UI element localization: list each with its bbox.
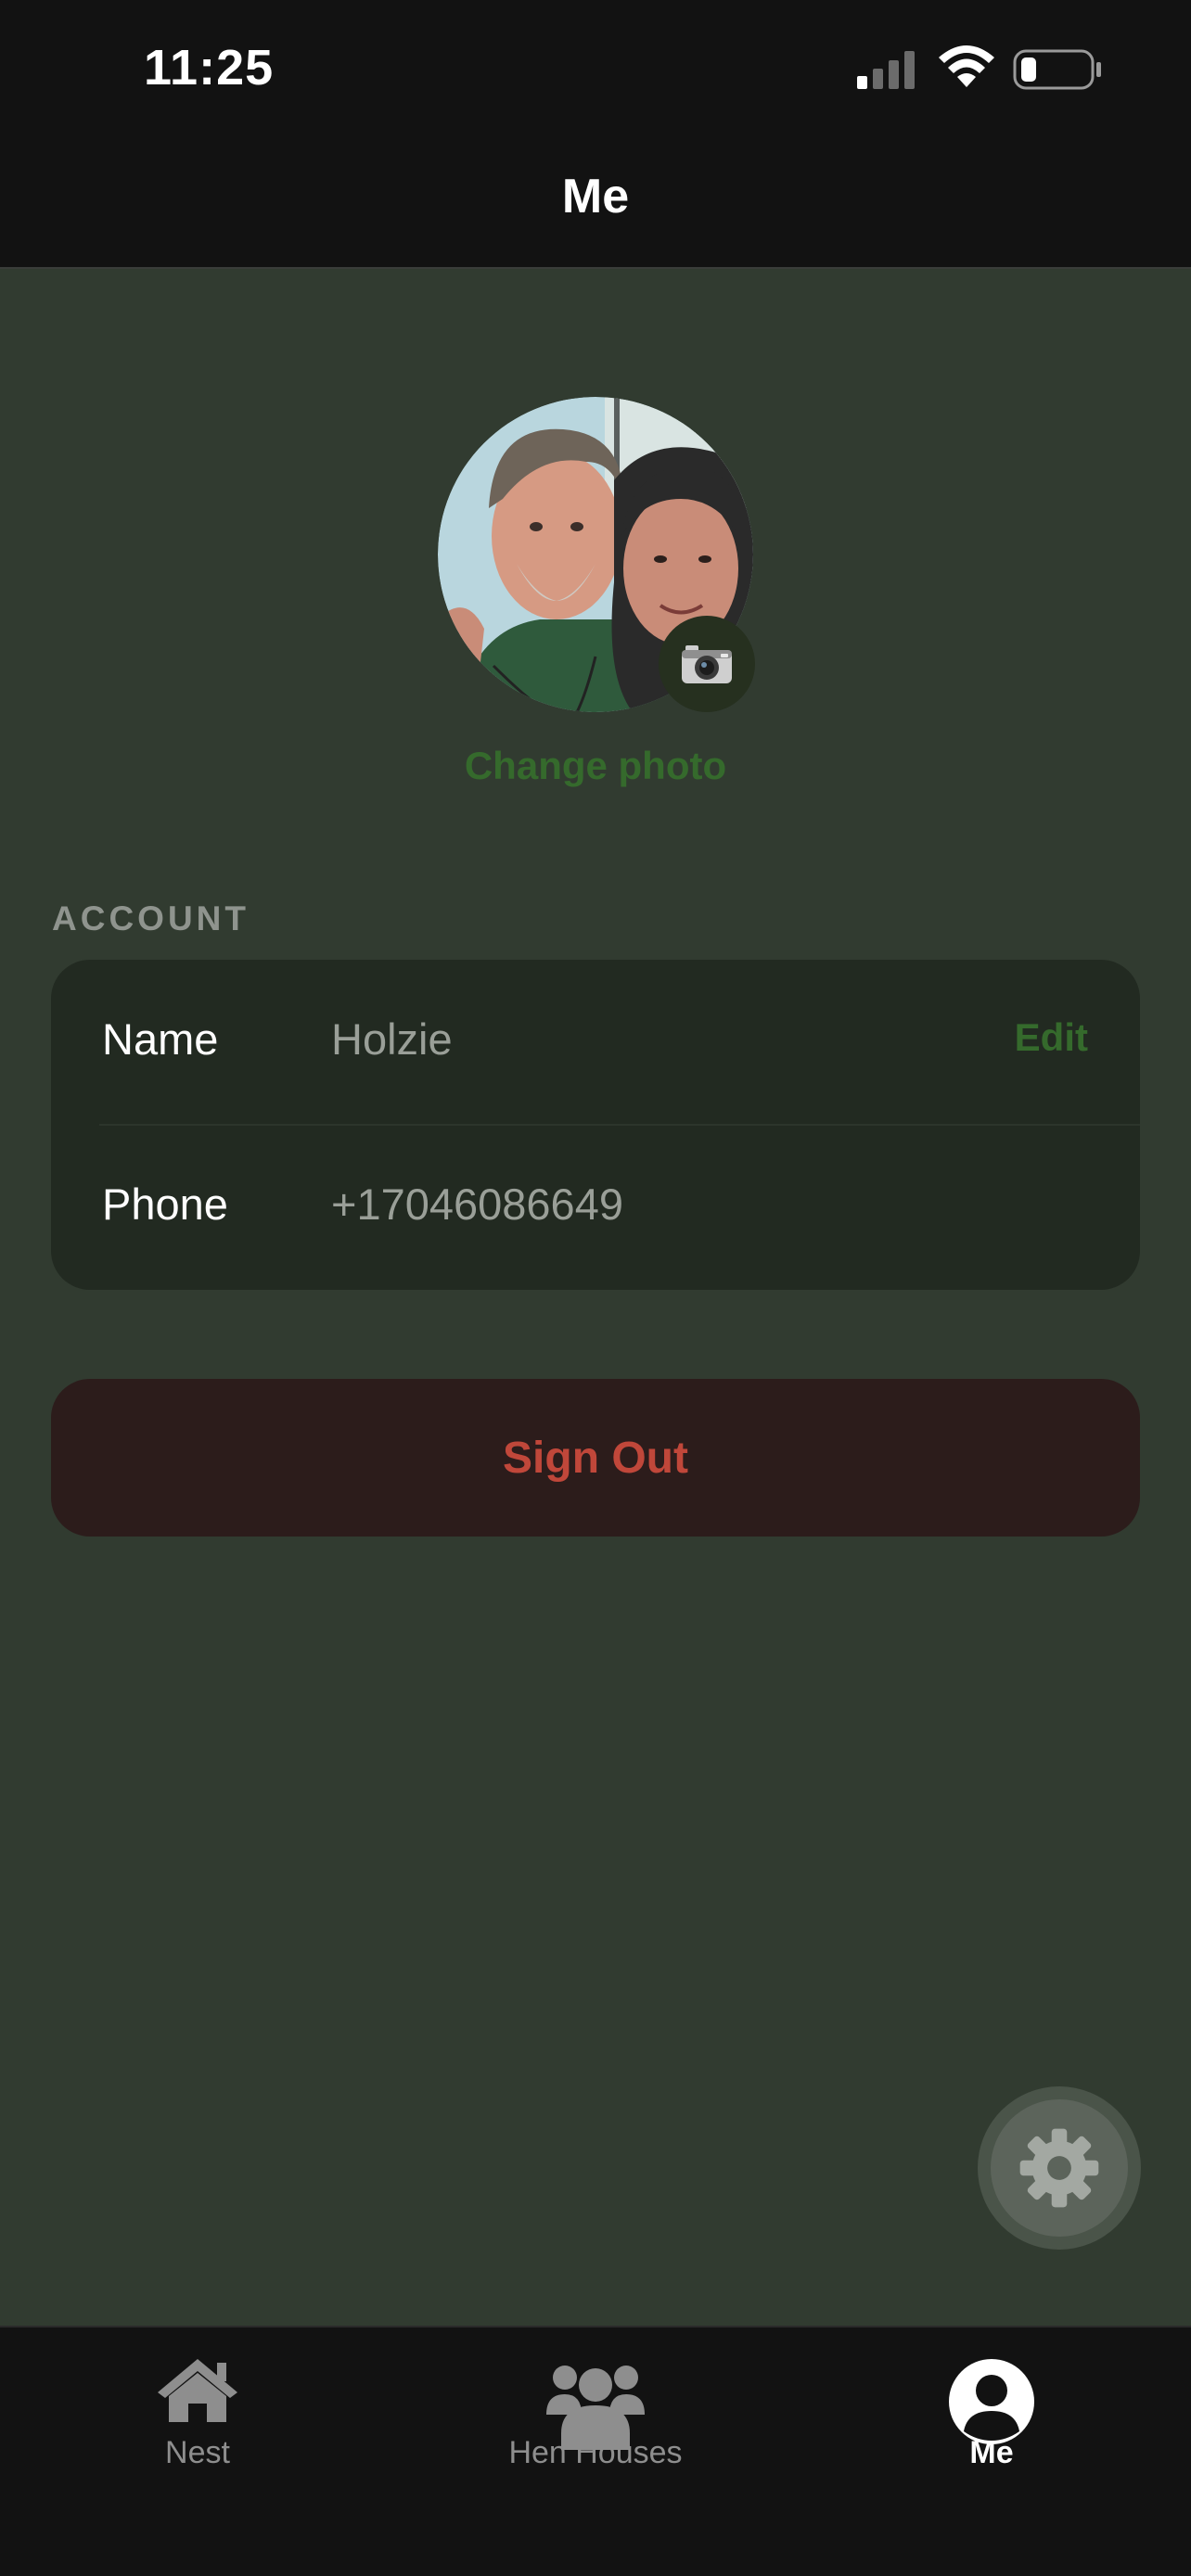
- account-card: Name Holzie Edit Phone +17046086649: [51, 960, 1140, 1290]
- tab-hen-houses-label: Hen Houses: [508, 2435, 683, 2470]
- change-photo-badge[interactable]: [659, 616, 755, 712]
- name-value: Holzie: [331, 1014, 453, 1064]
- phone-value: +17046086649: [331, 1180, 623, 1229]
- signal-icon: [857, 51, 915, 89]
- tab-nest-label: Nest: [165, 2435, 230, 2470]
- me-screen: 11:25 Me Change photo ACCOUNT Name Holzi…: [0, 0, 1191, 2576]
- tab-hen-houses[interactable]: Hen Houses: [456, 2327, 735, 2485]
- name-row[interactable]: Name Holzie Edit: [51, 960, 1140, 1126]
- settings-fab-inner: [991, 2099, 1128, 2237]
- phone-label: Phone: [102, 1180, 228, 1229]
- profile-icon: [949, 2359, 1034, 2444]
- tab-me-label: Me: [969, 2435, 1014, 2470]
- profile-content: Change photo ACCOUNT Name Holzie Edit Ph…: [0, 269, 1191, 2326]
- navigation-bar: Me: [0, 139, 1191, 269]
- edit-name-button[interactable]: Edit: [1015, 1015, 1088, 1060]
- status-bar: 11:25: [0, 0, 1191, 139]
- home-icon: [158, 2359, 237, 2422]
- sign-out-button[interactable]: Sign Out: [51, 1379, 1140, 1537]
- camera-icon: [682, 645, 732, 683]
- change-photo-link[interactable]: Change photo: [0, 744, 1191, 788]
- wifi-icon: [939, 45, 994, 87]
- status-time: 11:25: [144, 40, 275, 96]
- tab-nest[interactable]: Nest: [58, 2327, 337, 2485]
- tab-me[interactable]: Me: [852, 2327, 1131, 2485]
- avatar-container[interactable]: [438, 397, 755, 712]
- battery-icon: [1013, 49, 1101, 90]
- settings-fab[interactable]: [978, 2086, 1141, 2250]
- tab-bar: Nest Hen Houses Me: [0, 2326, 1191, 2576]
- sign-out-label: Sign Out: [503, 1433, 688, 1483]
- gear-icon: [1019, 2128, 1099, 2208]
- account-section-label: ACCOUNT: [52, 899, 250, 937]
- page-title: Me: [561, 170, 630, 223]
- phone-row: Phone +17046086649: [51, 1125, 1140, 1290]
- name-label: Name: [102, 1014, 219, 1064]
